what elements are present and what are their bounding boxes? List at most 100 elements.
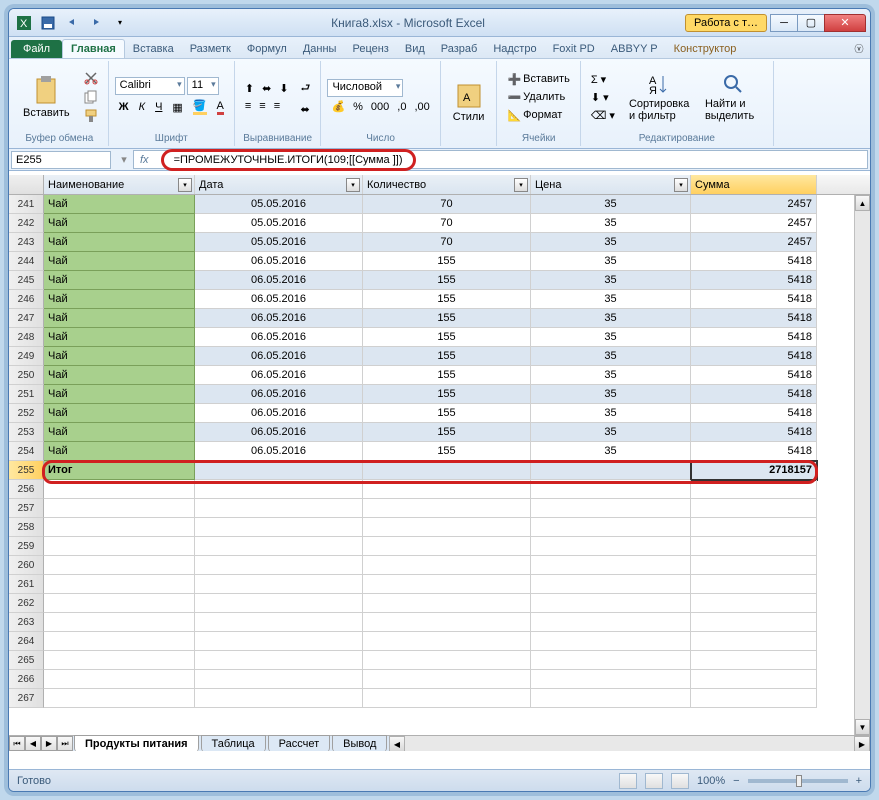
normal-view-button[interactable] (619, 773, 637, 789)
cell-name[interactable]: Чай (44, 423, 195, 442)
cell[interactable] (44, 480, 195, 499)
cell-sum[interactable]: 5418 (691, 290, 817, 309)
cell-price[interactable]: 35 (531, 233, 691, 252)
redo-icon[interactable] (85, 13, 107, 33)
row-header[interactable]: 264 (9, 632, 44, 651)
tab-foxit[interactable]: Foxit PD (545, 40, 603, 58)
cell[interactable] (691, 480, 817, 499)
comma-button[interactable]: 000 (367, 98, 393, 115)
close-button[interactable]: ✕ (824, 14, 866, 32)
cell[interactable] (691, 537, 817, 556)
cell-price[interactable]: 35 (531, 309, 691, 328)
row-header[interactable]: 254 (9, 442, 44, 461)
cell-qty[interactable]: 155 (363, 328, 531, 347)
cell-price[interactable]: 35 (531, 214, 691, 233)
cell-sum[interactable]: 5418 (691, 347, 817, 366)
cell-date[interactable]: 05.05.2016 (195, 195, 363, 214)
tab-dev[interactable]: Разраб (433, 40, 486, 58)
cell[interactable] (44, 632, 195, 651)
styles-button[interactable]: А Стили (447, 81, 491, 125)
cell[interactable] (195, 670, 363, 689)
row-header[interactable]: 250 (9, 366, 44, 385)
tab-nav-next[interactable]: ▶ (41, 736, 57, 751)
cell[interactable] (363, 594, 531, 613)
filter-icon[interactable]: ▾ (674, 178, 688, 192)
tab-addins[interactable]: Надстро (485, 40, 544, 58)
cell-sum[interactable]: 5418 (691, 271, 817, 290)
align-right-button[interactable]: ≡ (270, 98, 284, 114)
fx-icon[interactable]: fx (134, 154, 155, 166)
format-painter-button[interactable] (80, 107, 102, 125)
font-size-select[interactable]: 11 (187, 77, 219, 95)
cell-qty[interactable]: 70 (363, 195, 531, 214)
cell-qty[interactable]: 155 (363, 290, 531, 309)
cell-date[interactable]: 05.05.2016 (195, 214, 363, 233)
maximize-button[interactable]: ▢ (797, 14, 825, 32)
cell-qty[interactable]: 70 (363, 233, 531, 252)
cell[interactable] (691, 651, 817, 670)
copy-button[interactable] (80, 88, 102, 106)
horizontal-scrollbar[interactable]: ◀ ▶ (389, 735, 870, 751)
cell[interactable] (44, 651, 195, 670)
cell[interactable] (44, 518, 195, 537)
cell[interactable] (691, 632, 817, 651)
tab-data[interactable]: Данны (295, 40, 345, 58)
tab-nav-prev[interactable]: ◀ (25, 736, 41, 751)
cell-name[interactable]: Чай (44, 214, 195, 233)
cell-date[interactable]: 06.05.2016 (195, 442, 363, 461)
tab-nav-first[interactable]: ⏮ (9, 736, 25, 751)
zoom-level[interactable]: 100% (697, 775, 725, 787)
border-button[interactable]: ▦ (168, 97, 186, 117)
cell-price[interactable]: 35 (531, 195, 691, 214)
col-header-qty[interactable]: Количество▾ (363, 175, 531, 194)
cell[interactable] (195, 537, 363, 556)
sheet-tab[interactable]: Вывод (332, 735, 387, 751)
cell-date[interactable]: 05.05.2016 (195, 233, 363, 252)
merge-button[interactable]: ⬌ (297, 101, 315, 118)
cell[interactable] (195, 575, 363, 594)
cell-total-label[interactable]: Итог (44, 461, 195, 480)
cell-date[interactable]: 06.05.2016 (195, 366, 363, 385)
sort-filter-button[interactable]: АЯ Сортировка и фильтр (623, 70, 695, 124)
cell[interactable] (691, 689, 817, 708)
cell-total-sum[interactable]: 2718157 (691, 461, 817, 480)
row-header[interactable]: 245 (9, 271, 44, 290)
row-header[interactable]: 266 (9, 670, 44, 689)
cell[interactable] (363, 518, 531, 537)
cell-qty[interactable]: 155 (363, 252, 531, 271)
row-header[interactable]: 244 (9, 252, 44, 271)
cell-sum[interactable]: 2457 (691, 195, 817, 214)
row-header[interactable]: 246 (9, 290, 44, 309)
cell-sum[interactable]: 5418 (691, 328, 817, 347)
decrease-decimal-button[interactable]: ,00 (410, 98, 433, 115)
cell-name[interactable]: Чай (44, 442, 195, 461)
wrap-text-button[interactable]: ⮐ (297, 77, 315, 100)
filter-icon[interactable]: ▾ (514, 178, 528, 192)
tab-review[interactable]: Реценз (344, 40, 396, 58)
cell-date[interactable]: 06.05.2016 (195, 290, 363, 309)
cell[interactable] (531, 556, 691, 575)
cell-qty[interactable]: 155 (363, 271, 531, 290)
cell-qty[interactable]: 155 (363, 366, 531, 385)
increase-decimal-button[interactable]: ,0 (393, 98, 410, 115)
col-header-sum[interactable]: Сумма (691, 175, 817, 194)
cell-price[interactable]: 35 (531, 442, 691, 461)
save-icon[interactable] (37, 13, 59, 33)
cell-price[interactable]: 35 (531, 385, 691, 404)
minimize-button[interactable]: ─ (770, 14, 798, 32)
cell-sum[interactable]: 2457 (691, 233, 817, 252)
cell[interactable] (363, 670, 531, 689)
number-format-select[interactable]: Числовой (327, 79, 403, 97)
sheet-tab[interactable]: Продукты питания (74, 735, 199, 751)
cell-qty[interactable]: 155 (363, 423, 531, 442)
select-all-corner[interactable] (9, 175, 44, 194)
cell-qty[interactable]: 70 (363, 214, 531, 233)
cell-name[interactable]: Чай (44, 328, 195, 347)
cell-date[interactable]: 06.05.2016 (195, 328, 363, 347)
tab-view[interactable]: Вид (397, 40, 433, 58)
cell-qty[interactable]: 155 (363, 385, 531, 404)
cell[interactable] (531, 461, 691, 480)
find-select-button[interactable]: Найти и выделить (699, 70, 767, 124)
scroll-up-button[interactable]: ▲ (855, 195, 870, 211)
tab-file[interactable]: Файл (11, 40, 62, 58)
